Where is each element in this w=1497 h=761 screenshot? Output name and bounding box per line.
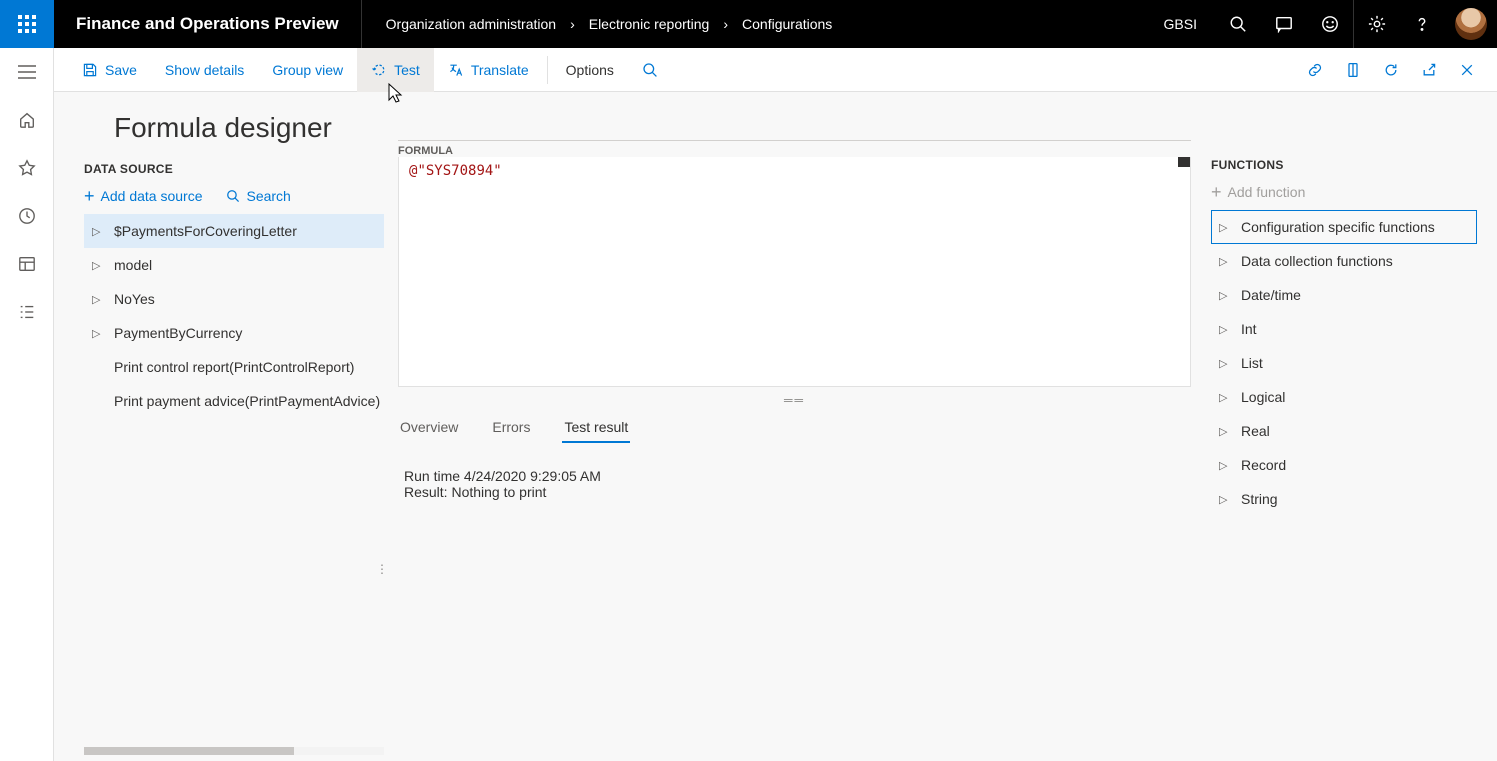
functions-label: FUNCTIONS (1211, 158, 1477, 172)
function-category[interactable]: ▷Configuration specific functions (1211, 210, 1477, 244)
test-button[interactable]: Test (357, 48, 434, 92)
close-icon[interactable] (1457, 60, 1477, 80)
search-icon[interactable] (1215, 0, 1261, 48)
search-icon (642, 62, 658, 78)
action-bar: Save Show details Group view Test Transl… (54, 48, 1497, 92)
search-icon (226, 189, 240, 203)
nav-rail (0, 48, 54, 761)
translate-button[interactable]: Translate (434, 48, 543, 92)
data-source-pane: Formula designer DATA SOURCE + Add data … (54, 92, 384, 761)
modules-icon[interactable] (17, 302, 37, 322)
recent-icon[interactable] (17, 206, 37, 226)
link-icon[interactable] (1305, 60, 1325, 80)
chevron-right-icon: › (570, 16, 575, 32)
user-avatar[interactable] (1455, 8, 1487, 40)
show-details-button[interactable]: Show details (151, 48, 258, 92)
vertical-resize-handle[interactable]: ══ (398, 393, 1191, 407)
options-button[interactable]: Options (552, 48, 628, 92)
formula-pane: FORMULA @"SYS70894" ══ Overview Errors T… (384, 92, 1201, 761)
save-button[interactable]: Save (68, 48, 151, 92)
chevron-right-icon[interactable]: ▷ (92, 225, 102, 238)
tree-item[interactable]: ▷NoYes (84, 282, 384, 316)
save-icon (82, 62, 98, 78)
pane-resize-handle[interactable]: ⋮ (376, 562, 384, 576)
chevron-right-icon[interactable]: ▷ (1219, 357, 1229, 370)
functions-pane: FUNCTIONS + Add function ▷Configuration … (1201, 92, 1497, 761)
test-icon (371, 62, 387, 78)
popout-icon[interactable] (1419, 60, 1439, 80)
function-category[interactable]: ▷Real (1211, 414, 1477, 448)
tree-item[interactable]: ▷Print control report(PrintControlReport… (84, 350, 384, 384)
scroll-corner (1178, 157, 1190, 167)
breadcrumb-item[interactable]: Organization administration (386, 16, 556, 32)
chevron-right-icon[interactable]: ▷ (1219, 391, 1229, 404)
favorites-icon[interactable] (17, 158, 37, 178)
tab-errors[interactable]: Errors (490, 413, 532, 443)
open-new-window-icon[interactable] (1343, 60, 1363, 80)
tab-overview[interactable]: Overview (398, 413, 460, 443)
separator (547, 56, 548, 84)
data-source-search-button[interactable]: Search (226, 188, 290, 204)
chevron-right-icon[interactable]: ▷ (92, 327, 102, 340)
plus-icon: + (84, 189, 95, 203)
help-icon[interactable] (1399, 0, 1445, 48)
functions-tree: ▷Configuration specific functions ▷Data … (1211, 210, 1477, 516)
chevron-right-icon[interactable]: ▷ (1219, 323, 1229, 336)
page-title: Formula designer (114, 112, 384, 144)
chevron-right-icon: › (723, 16, 728, 32)
data-source-tree: ▷$PaymentsForCoveringLetter ▷model ▷NoYe… (84, 214, 384, 418)
data-source-label: DATA SOURCE (84, 162, 384, 176)
action-search-button[interactable] (628, 48, 672, 92)
add-function-button[interactable]: + Add function (1211, 184, 1305, 200)
waffle-icon (18, 15, 36, 33)
breadcrumb-item[interactable]: Configurations (742, 16, 832, 32)
save-label: Save (105, 62, 137, 78)
run-time-line: Run time 4/24/2020 9:29:05 AM (404, 468, 1185, 484)
smile-feedback-icon[interactable] (1307, 0, 1353, 48)
tree-item[interactable]: ▷$PaymentsForCoveringLetter (84, 214, 384, 248)
result-tabs: Overview Errors Test result (398, 413, 1191, 444)
translate-icon (448, 62, 464, 78)
chevron-right-icon[interactable]: ▷ (1219, 255, 1229, 268)
function-category[interactable]: ▷String (1211, 482, 1477, 516)
function-category[interactable]: ▷Date/time (1211, 278, 1477, 312)
horizontal-scrollbar[interactable] (84, 747, 384, 755)
breadcrumb: Organization administration › Electronic… (362, 16, 833, 32)
company-picker[interactable]: GBSI (1146, 16, 1215, 32)
chevron-right-icon[interactable]: ▷ (1219, 289, 1229, 302)
tree-item[interactable]: ▷model (84, 248, 384, 282)
test-result-body: Run time 4/24/2020 9:29:05 AM Result: No… (398, 444, 1191, 524)
add-data-source-button[interactable]: + Add data source (84, 188, 202, 204)
result-line: Result: Nothing to print (404, 484, 1185, 500)
app-launcher[interactable] (0, 0, 54, 48)
chevron-right-icon[interactable]: ▷ (1219, 425, 1229, 438)
tree-item[interactable]: ▷PaymentByCurrency (84, 316, 384, 350)
hamburger-icon[interactable] (17, 62, 37, 82)
function-category[interactable]: ▷Int (1211, 312, 1477, 346)
function-category[interactable]: ▷List (1211, 346, 1477, 380)
messages-icon[interactable] (1261, 0, 1307, 48)
group-view-button[interactable]: Group view (258, 48, 357, 92)
home-icon[interactable] (17, 110, 37, 130)
function-category[interactable]: ▷Logical (1211, 380, 1477, 414)
chevron-right-icon[interactable]: ▷ (92, 293, 102, 306)
function-category[interactable]: ▷Data collection functions (1211, 244, 1477, 278)
workspaces-icon[interactable] (17, 254, 37, 274)
formula-editor[interactable]: @"SYS70894" (398, 157, 1191, 387)
plus-icon: + (1211, 185, 1222, 199)
breadcrumb-item[interactable]: Electronic reporting (589, 16, 710, 32)
settings-icon[interactable] (1353, 0, 1399, 48)
refresh-icon[interactable] (1381, 60, 1401, 80)
chevron-right-icon[interactable]: ▷ (92, 259, 102, 272)
app-title: Finance and Operations Preview (54, 0, 362, 48)
chevron-right-icon[interactable]: ▷ (1219, 493, 1229, 506)
global-header: Finance and Operations Preview Organizat… (0, 0, 1497, 48)
function-category[interactable]: ▷Record (1211, 448, 1477, 482)
tab-test-result[interactable]: Test result (562, 413, 630, 443)
chevron-right-icon[interactable]: ▷ (1219, 221, 1229, 234)
tree-item[interactable]: ▷Print payment advice(PrintPaymentAdvice… (84, 384, 384, 418)
formula-label: FORMULA (398, 140, 1191, 157)
chevron-right-icon[interactable]: ▷ (1219, 459, 1229, 472)
